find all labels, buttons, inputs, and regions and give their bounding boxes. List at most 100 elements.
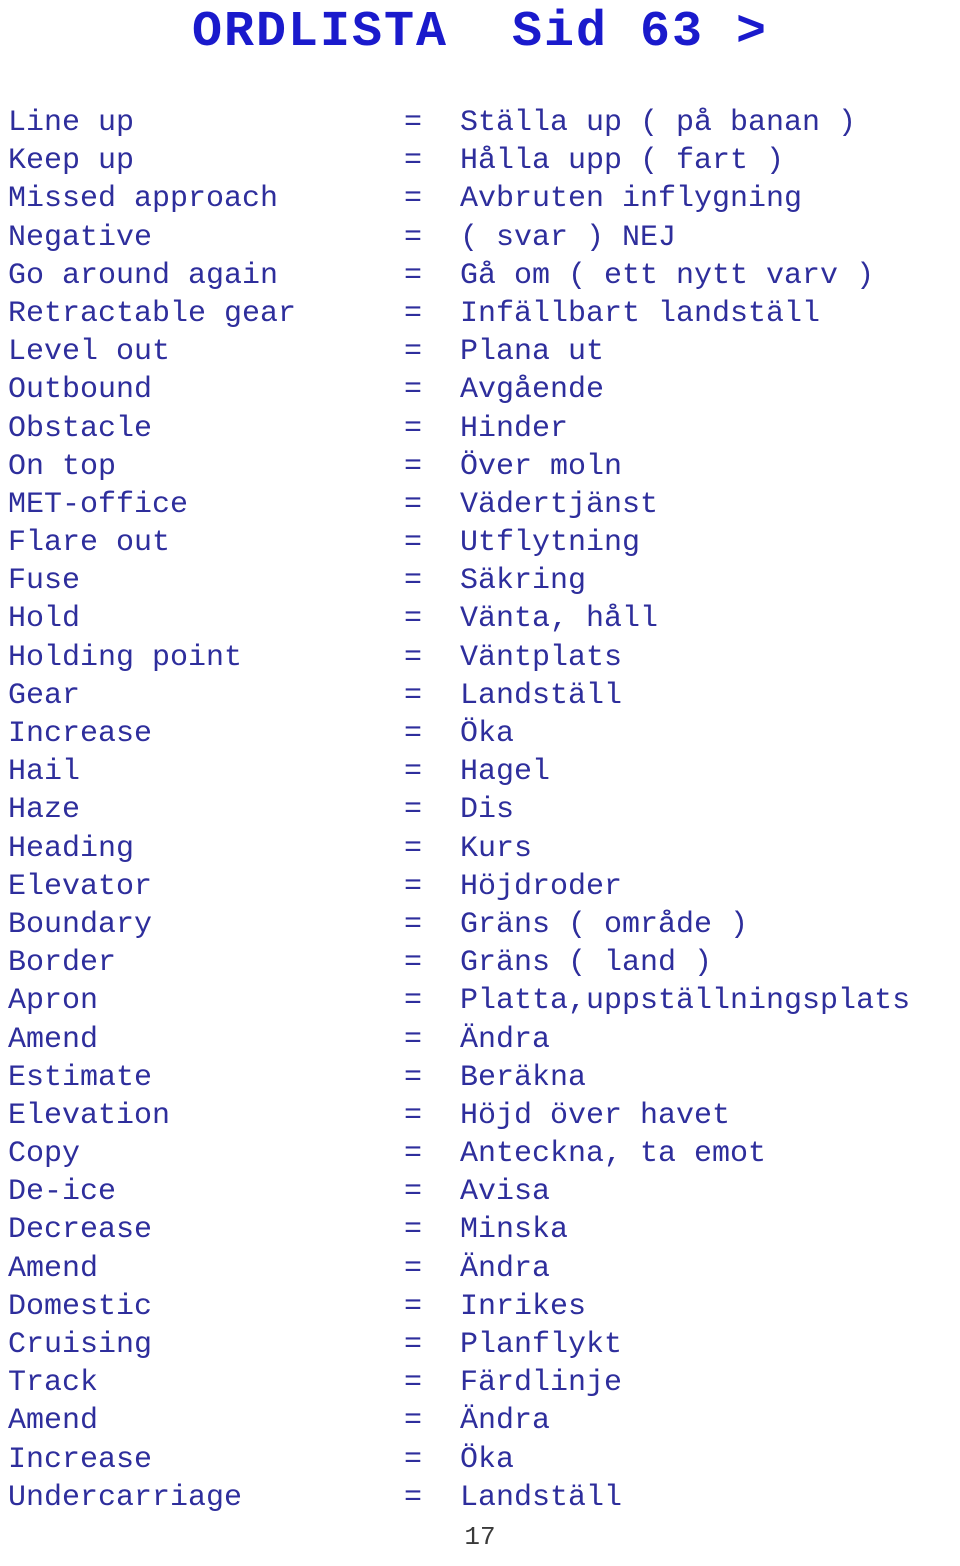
glossary-term-english: Elevation — [8, 1098, 171, 1133]
glossary-equals-sign: = — [404, 1213, 423, 1248]
glossary-term-english: Level out — [8, 335, 171, 370]
glossary-equals-sign: = — [404, 1366, 423, 1401]
glossary-row: Haze = Dis — [8, 791, 960, 829]
glossary-term-english: Apron — [8, 984, 99, 1019]
document-page: ORDLISTA Sid 63 > Line up = Ställa up ( på… — [0, 0, 960, 1566]
glossary-equals-sign: = — [404, 144, 423, 179]
glossary-term-swedish: Gå om ( ett nytt varv ) — [460, 258, 875, 293]
glossary-row: Apron = Platta,uppställningsplats — [8, 982, 960, 1020]
glossary-term-swedish: Inrikes — [460, 1289, 587, 1324]
glossary-equals-sign: = — [404, 602, 423, 637]
glossary-row: Border = Gräns ( land ) — [8, 944, 960, 982]
glossary-term-english: Fuse — [8, 564, 81, 599]
glossary-term-swedish: Över moln — [460, 449, 623, 484]
glossary-row: Hail = Hagel — [8, 753, 960, 791]
glossary-term-swedish: Gräns ( område ) — [460, 907, 749, 942]
glossary-row: De-ice = Avisa — [8, 1173, 960, 1211]
glossary-row: Outbound = Avgående — [8, 371, 960, 409]
glossary-term-english: Amend — [8, 1404, 99, 1439]
glossary-row: Amend = Ändra — [8, 1250, 960, 1288]
glossary-equals-sign: = — [404, 1022, 423, 1057]
glossary-term-english: Cruising — [8, 1328, 153, 1362]
glossary-term-swedish: Landställ — [460, 1480, 623, 1515]
glossary-term-swedish: Avisa — [460, 1175, 551, 1210]
glossary-equals-sign: = — [404, 946, 423, 981]
glossary-row: Increase = Öka — [8, 1441, 960, 1479]
glossary-term-swedish: Ändra — [460, 1251, 551, 1286]
glossary-equals-sign: = — [404, 869, 423, 904]
glossary-term-english: Amend — [8, 1251, 99, 1286]
glossary-row: Amend = Ändra — [8, 1402, 960, 1440]
glossary-equals-sign: = — [404, 296, 423, 331]
glossary-row: Fuse = Säkring — [8, 562, 960, 600]
glossary-list: Line up = Ställa up ( på banan ) Keep up = Hå… — [8, 104, 960, 1517]
glossary-equals-sign: = — [404, 1175, 423, 1210]
glossary-term-swedish: Avbruten inflygning — [460, 182, 803, 217]
glossary-equals-sign: = — [404, 258, 423, 293]
glossary-term-english: Gear — [8, 678, 81, 713]
glossary-term-english: Track — [8, 1366, 99, 1401]
glossary-term-english: Outbound — [8, 373, 153, 408]
glossary-equals-sign: = — [404, 1098, 423, 1133]
glossary-row: Hold = Vänta, håll — [8, 600, 960, 638]
glossary-row: Gear = Landställ — [8, 677, 960, 715]
page-title: ORDLISTA Sid 63 > — [191, 4, 769, 61]
glossary-term-swedish: Kurs — [460, 831, 533, 866]
glossary-term-english: Heading — [8, 831, 135, 866]
glossary-row: Obstacle = Hinder — [8, 410, 960, 448]
glossary-row: Keep up = Hålla upp ( fart ) — [8, 142, 960, 180]
glossary-term-swedish: Säkring — [460, 564, 587, 599]
glossary-equals-sign: = — [404, 449, 423, 484]
glossary-term-swedish: Platta,uppställningsplats — [460, 984, 911, 1019]
glossary-term-english: Line up — [8, 106, 135, 140]
glossary-term-english: Hold — [8, 602, 81, 637]
glossary-equals-sign: = — [404, 182, 423, 217]
glossary-equals-sign: = — [404, 907, 423, 942]
glossary-equals-sign: = — [404, 1442, 423, 1477]
glossary-term-swedish: Öka — [460, 1442, 515, 1477]
glossary-equals-sign: = — [404, 678, 423, 713]
glossary-term-english: Elevator — [8, 869, 153, 904]
glossary-term-english: Increase — [8, 1442, 153, 1477]
glossary-term-swedish: Hålla upp ( fart ) — [460, 144, 785, 179]
glossary-term-english: Missed approach — [8, 182, 279, 217]
glossary-term-english: Haze — [8, 793, 81, 828]
glossary-equals-sign: = — [404, 335, 423, 370]
glossary-term-swedish: ( svar ) NEJ — [460, 220, 677, 255]
glossary-term-english: Amend — [8, 1022, 99, 1057]
glossary-term-swedish: Dis — [460, 793, 515, 828]
glossary-row: Elevation = Höjd över havet — [8, 1097, 960, 1135]
glossary-term-swedish: Öka — [460, 717, 515, 751]
glossary-term-english: Undercarriage — [8, 1480, 243, 1515]
glossary-term-swedish: Landställ — [460, 678, 623, 713]
glossary-term-english: Boundary — [8, 907, 153, 942]
glossary-term-english: Estimate — [8, 1060, 153, 1095]
glossary-row: Amend = Ändra — [8, 1021, 960, 1059]
glossary-equals-sign: = — [404, 1480, 423, 1515]
glossary-row: Increase = Öka — [8, 715, 960, 753]
glossary-equals-sign: = — [404, 640, 423, 675]
glossary-term-swedish: Ändra — [460, 1404, 551, 1439]
glossary-term-swedish: Planflykt — [460, 1328, 623, 1362]
glossary-term-english: Border — [8, 946, 117, 981]
glossary-row: Negative = ( svar ) NEJ — [8, 219, 960, 257]
glossary-equals-sign: = — [404, 411, 423, 446]
glossary-equals-sign: = — [404, 526, 423, 561]
glossary-row: Cruising = Planflykt — [8, 1326, 960, 1364]
glossary-term-swedish: Anteckna, ta emot — [460, 1137, 767, 1172]
glossary-term-english: Domestic — [8, 1289, 153, 1324]
glossary-term-swedish: Plana ut — [460, 335, 605, 370]
glossary-term-swedish: Vänta, håll — [460, 602, 659, 637]
glossary-row: Undercarriage = Landställ — [8, 1479, 960, 1517]
glossary-equals-sign: = — [404, 1289, 423, 1324]
glossary-term-swedish: Minska — [460, 1213, 569, 1248]
glossary-equals-sign: = — [404, 1328, 423, 1362]
glossary-row: Boundary = Gräns ( område ) — [8, 906, 960, 944]
glossary-row: Copy = Anteckna, ta emot — [8, 1135, 960, 1173]
glossary-equals-sign: = — [404, 1404, 423, 1439]
glossary-term-swedish: Infällbart landställ — [460, 296, 821, 331]
glossary-term-swedish: Höjdroder — [460, 869, 623, 904]
glossary-term-swedish: Hinder — [460, 411, 569, 446]
glossary-equals-sign: = — [404, 487, 423, 522]
glossary-equals-sign: = — [404, 984, 423, 1019]
